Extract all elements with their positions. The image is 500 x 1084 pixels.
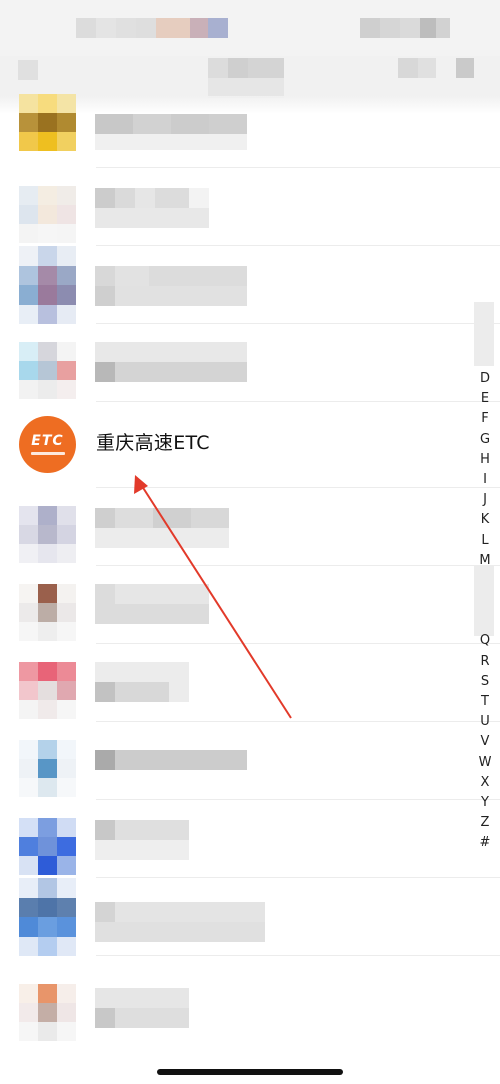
list-item[interactable] [0,324,500,402]
list-item[interactable] [0,168,500,246]
avatar [19,94,76,151]
list-item[interactable] [0,722,500,800]
index-letter[interactable]: Y [472,793,498,813]
avatar [19,878,76,956]
list-item[interactable] [0,878,500,956]
contact-item-chongqing-etc[interactable]: ETC 重庆高速ETC [0,402,500,488]
index-letter[interactable]: S [472,672,498,692]
list-item[interactable] [0,644,500,722]
index-letter[interactable]: G [472,430,498,450]
index-letter[interactable]: F [472,409,498,429]
etc-logo-icon: ETC [19,416,76,473]
list-item[interactable] [0,800,500,878]
home-indicator[interactable] [157,1069,343,1075]
status-bar [0,0,500,56]
index-letter[interactable]: R [472,652,498,672]
index-letter[interactable]: U [472,712,498,732]
index-letter[interactable]: Z [472,813,498,833]
avatar [19,740,76,797]
avatar [19,186,76,243]
index-letter[interactable]: M [472,551,498,571]
index-letter[interactable]: W [472,753,498,773]
index-letter[interactable]: L [472,531,498,551]
index-letter[interactable]: V [472,732,498,752]
list-item[interactable] [0,246,500,324]
index-letter[interactable] [472,591,498,611]
alphabet-index[interactable]: D E F G H I J K L M Q R S T U V W X Y Z … [472,369,498,854]
avatar [19,246,76,324]
contact-name: 重庆高速ETC [96,432,210,454]
index-letter[interactable]: E [472,389,498,409]
avatar [19,984,76,1041]
index-letter[interactable]: K [472,510,498,530]
index-letter[interactable]: X [472,773,498,793]
avatar [19,584,76,641]
index-letter[interactable]: T [472,692,498,712]
list-item[interactable] [0,488,500,566]
index-letter-blurred [474,302,494,366]
index-letter[interactable] [472,571,498,591]
list-item[interactable] [0,566,500,644]
list-item[interactable] [0,90,500,168]
avatar [19,342,76,399]
avatar [19,818,76,875]
avatar [19,662,76,719]
index-letter[interactable]: H [472,450,498,470]
index-letter[interactable]: Q [472,631,498,651]
list-item[interactable] [0,956,500,1041]
index-letter[interactable]: J [472,490,498,510]
avatar [19,506,76,563]
index-letter[interactable]: # [472,833,498,853]
index-letter[interactable] [472,611,498,631]
index-letter[interactable]: D [472,369,498,389]
index-letter[interactable]: I [472,470,498,490]
